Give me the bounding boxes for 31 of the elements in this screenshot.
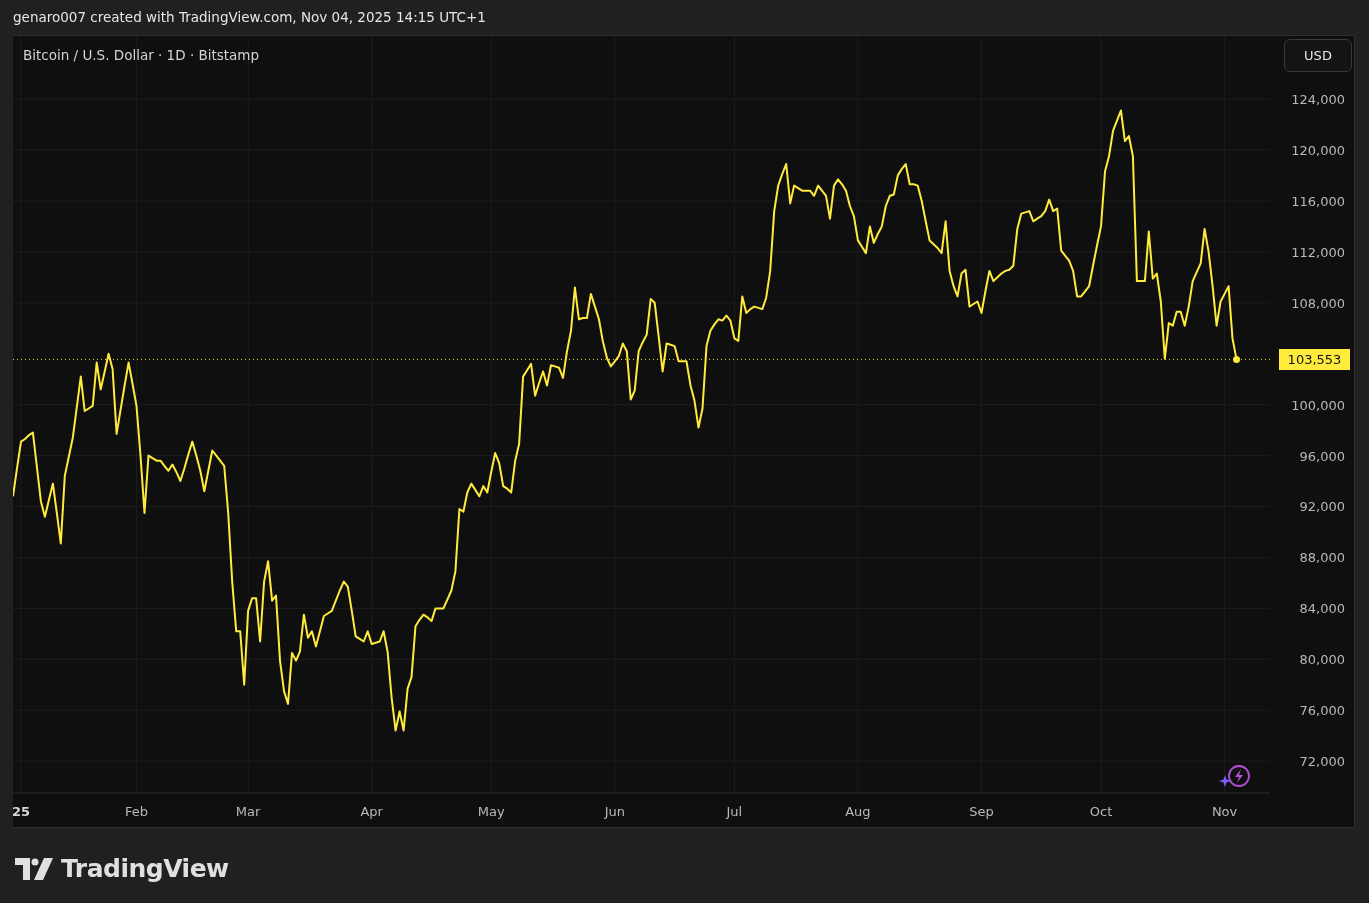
price-axis-label: 84,000 — [1299, 601, 1345, 617]
price-axis-label: 72,000 — [1299, 754, 1345, 770]
price-axis-label: 88,000 — [1299, 550, 1345, 566]
price-axis-label: 120,000 — [1291, 142, 1345, 158]
time-axis-label: Jul — [726, 804, 743, 819]
logo-text: TradingView — [61, 853, 229, 885]
price-axis-label: 96,000 — [1299, 448, 1345, 464]
last-price-label: 103,553 — [1279, 348, 1350, 370]
time-axis-label: Nov — [1211, 804, 1238, 819]
currency-button[interactable]: USD — [1284, 39, 1352, 72]
time-axis-label: Oct — [1089, 804, 1113, 819]
last-price-dot — [1233, 355, 1240, 363]
price-axis-label: 116,000 — [1291, 193, 1345, 209]
chart-caption: genaro007 created with TradingView.com, Nov 04, 2025 14:15 UTC+1 — [12, 8, 487, 28]
price-axis-label: 112,000 — [1291, 244, 1345, 260]
time-axis-label: 25 — [13, 804, 30, 819]
price-axis-label: 80,000 — [1299, 652, 1345, 668]
time-axis-label: Jun — [604, 804, 625, 819]
price-axis-label: 108,000 — [1291, 295, 1345, 311]
price-axis-label: 124,000 — [1291, 92, 1345, 108]
symbol-legend: Bitcoin / U.S. Dollar · 1D · Bitstamp — [23, 45, 260, 66]
time-axis-label: Aug — [845, 804, 871, 819]
time-axis-label: Mar — [235, 804, 261, 819]
price-axis-label: 76,000 — [1299, 703, 1345, 719]
time-axis-label: Sep — [969, 804, 994, 819]
price-axis-label: 92,000 — [1299, 499, 1345, 515]
logo-icon — [15, 857, 53, 880]
price-axis-label: 100,000 — [1291, 397, 1345, 413]
time-axis-label: Feb — [125, 804, 149, 819]
time-axis-label: Apr — [360, 804, 383, 819]
time-axis-label: May — [477, 804, 505, 819]
